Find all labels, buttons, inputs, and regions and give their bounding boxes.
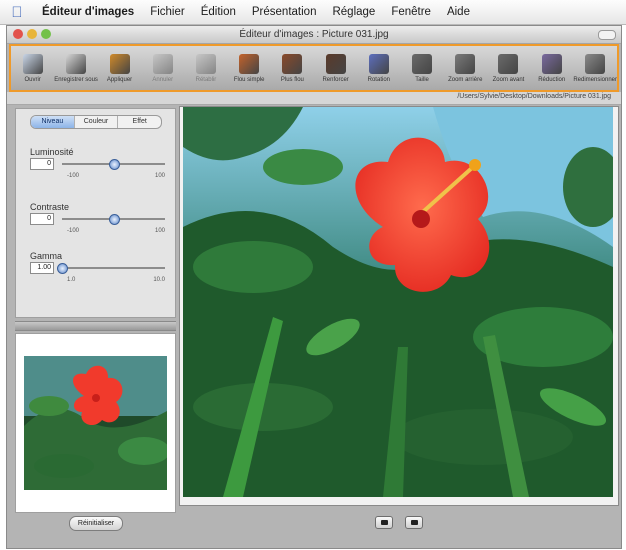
redo-icon <box>195 53 216 74</box>
toolbar-sharpen-button[interactable]: Renforcer <box>314 53 357 83</box>
menu-edition[interactable]: Édition <box>193 6 244 18</box>
toolbar-button-label: Appliquer <box>106 76 133 83</box>
gamma-min: 1.0 <box>67 277 76 283</box>
rotate-icon <box>368 53 389 74</box>
contrast-max: 100 <box>154 228 165 234</box>
brightness-value-field[interactable]: 0 <box>30 158 54 170</box>
more-blur-icon <box>282 53 303 74</box>
previous-image-button[interactable] <box>375 516 393 529</box>
gamma-value-field[interactable]: 1.00 <box>30 262 54 274</box>
preview-thumbnail[interactable] <box>24 356 167 490</box>
toolbar-button-label: Ouvrir <box>24 76 41 83</box>
toolbar-button-label: Zoom avant <box>492 76 525 83</box>
main-image-art <box>183 107 613 497</box>
tab-couleur[interactable]: Couleur <box>75 116 119 128</box>
toolbar-button-label: Flou simple <box>233 76 265 83</box>
sharpen-icon <box>325 53 346 74</box>
toolbar-zoom-in-button[interactable]: Zoom avant <box>487 53 530 83</box>
toolbar-button-label: Taille <box>415 76 429 83</box>
toolbar-resize-button[interactable]: Taille <box>400 53 443 83</box>
toolbar-button-label: Enregistrer sous <box>54 76 98 83</box>
undo-icon <box>152 53 173 74</box>
menu-fenetre[interactable]: Fenêtre <box>383 6 439 18</box>
toolbar-button-label: Rétablir <box>195 76 217 83</box>
zoom-in-icon <box>498 53 519 74</box>
toolbar-toggle-button[interactable] <box>598 30 616 40</box>
split-view-divider[interactable] <box>15 321 176 331</box>
brightness-label: Luminosité <box>30 147 74 157</box>
gamma-slider[interactable] <box>57 263 165 274</box>
toolbar-button-label: Zoom arrière <box>448 76 483 83</box>
toolbar-undo-button[interactable]: Annuler <box>141 53 184 83</box>
contrast-slider-knob[interactable] <box>108 214 120 225</box>
toolbar-rotate-button[interactable]: Rotation <box>357 53 400 83</box>
toolbar-save-button[interactable]: Enregistrer sous <box>54 53 98 83</box>
toolbar-open-button[interactable]: Ouvrir <box>11 53 54 83</box>
apply-icon <box>109 53 130 74</box>
menu-fichier[interactable]: Fichier <box>142 6 193 18</box>
gamma-max: 10.0 <box>153 277 165 283</box>
contrast-control: Contraste 0 -100 100 <box>30 202 165 234</box>
next-image-button[interactable] <box>405 516 423 529</box>
resize-icon <box>412 53 433 74</box>
gamma-control: Gamma 1.00 1.0 10.0 <box>30 251 165 283</box>
contrast-value-field[interactable]: 0 <box>30 213 54 225</box>
brightness-control: Luminosité 0 -100 100 <box>30 147 165 179</box>
main-image[interactable] <box>183 107 613 497</box>
path-bar: /Users/Sylvie/Desktop/Downloads/Picture … <box>7 92 621 105</box>
preview-thumbnail-art <box>24 356 167 490</box>
resize-window-icon <box>585 53 606 74</box>
window-title: Éditeur d'images : Picture 031.jpg <box>239 29 389 40</box>
contrast-slider[interactable] <box>62 214 165 225</box>
brightness-min: -100 <box>67 173 80 179</box>
file-path: /Users/Sylvie/Desktop/Downloads/Picture … <box>457 93 611 100</box>
toolbar-button-label: Rotation <box>367 76 390 83</box>
toolbar-zoom-out-button[interactable]: Zoom arrière <box>444 53 487 83</box>
toolbar-apply-button[interactable]: Appliquer <box>98 53 141 83</box>
menu-presentation[interactable]: Présentation <box>244 6 325 18</box>
reduce-icon <box>541 53 562 74</box>
brightness-slider[interactable] <box>62 159 165 170</box>
toolbar-button-label: Annuler <box>152 76 174 83</box>
adjustments-panel: Niveau Couleur Effet Luminosité 0 -100 1… <box>15 108 176 318</box>
zoom-out-icon <box>455 53 476 74</box>
toolbar-button-label: Réduction <box>538 76 566 83</box>
gamma-slider-knob[interactable] <box>57 263 68 274</box>
tab-effet[interactable]: Effet <box>118 116 161 128</box>
window-titlebar[interactable]: Éditeur d'images : Picture 031.jpg <box>7 26 621 44</box>
toolbar-button-label: Redimensionner <box>573 76 618 83</box>
reset-button[interactable]: Réinitialiser <box>69 516 123 531</box>
toolbar-blur-button[interactable]: Flou simple <box>228 53 271 83</box>
menu-reglage[interactable]: Réglage <box>324 6 383 18</box>
toolbar: Ouvrir Enregistrer sous Appliquer Annuler Ré… <box>9 44 619 92</box>
toolbar-resize-window-button[interactable]: Redimensionner <box>573 53 618 83</box>
menu-app-name[interactable]: Éditeur d'images <box>34 6 142 18</box>
brightness-max: 100 <box>154 173 165 179</box>
preview-panel <box>15 333 176 513</box>
toolbar-button-label: Renforcer <box>322 76 349 83</box>
toolbar-button-label: Plus flou <box>280 76 304 83</box>
menu-bar:  Éditeur d'images Fichier Édition Prése… <box>0 0 626 25</box>
image-view <box>179 106 619 506</box>
toolbar-redo-button[interactable]: Rétablir <box>184 53 227 83</box>
save-icon <box>66 53 87 74</box>
menu-aide[interactable]: Aide <box>439 6 478 18</box>
contrast-label: Contraste <box>30 202 70 212</box>
open-icon <box>22 53 43 74</box>
tab-niveau[interactable]: Niveau <box>31 116 75 128</box>
toolbar-reduce-button[interactable]: Réduction <box>530 53 573 83</box>
gamma-label: Gamma <box>30 251 63 261</box>
blur-icon <box>239 53 260 74</box>
adjustment-tabs: Niveau Couleur Effet <box>30 115 162 129</box>
next-icon <box>410 520 418 525</box>
image-editor-window: Éditeur d'images : Picture 031.jpg Ouvri… <box>6 25 622 549</box>
previous-icon <box>380 520 388 525</box>
toolbar-more-blur-button[interactable]: Plus flou <box>271 53 314 83</box>
brightness-slider-knob[interactable] <box>108 159 120 170</box>
apple-icon[interactable]:  <box>0 4 34 21</box>
contrast-min: -100 <box>67 228 80 234</box>
